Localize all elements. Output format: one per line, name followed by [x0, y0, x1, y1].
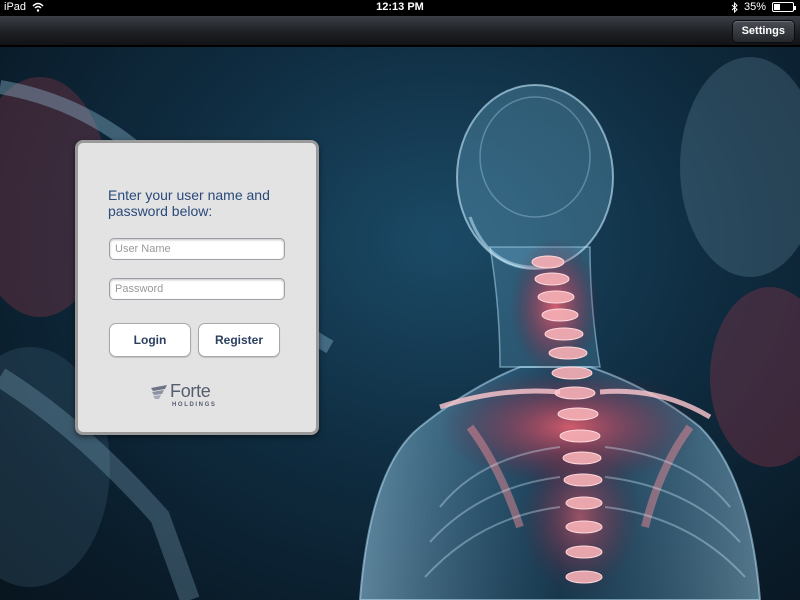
register-button[interactable]: Register — [198, 323, 280, 357]
status-right: 35% — [731, 1, 796, 13]
battery-level — [774, 4, 781, 10]
password-input[interactable] — [109, 278, 285, 300]
login-button[interactable]: Login — [109, 323, 191, 357]
settings-button[interactable]: Settings — [731, 20, 795, 43]
login-panel: Enter your user name and password below:… — [75, 140, 319, 435]
logo-name: Forte — [170, 381, 211, 401]
battery-percent: 35% — [743, 1, 766, 13]
navigation-bar: Settings — [0, 16, 800, 46]
clock: 12:13 PM — [376, 1, 424, 13]
logo-subtitle: HOLDINGS — [172, 402, 217, 408]
forte-holdings-logo: Forte HOLDINGS — [150, 381, 230, 413]
status-bar: iPad 12:13 PM 35% — [0, 0, 800, 16]
bluetooth-icon — [731, 1, 738, 13]
username-input[interactable] — [109, 238, 285, 260]
login-prompt: Enter your user name and password below: — [108, 187, 270, 219]
logo-mark-icon — [151, 385, 167, 399]
battery-icon — [772, 2, 796, 12]
